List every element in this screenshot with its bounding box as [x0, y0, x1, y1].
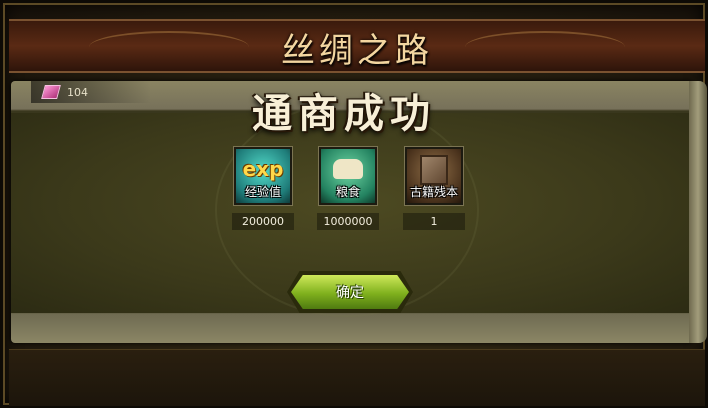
tome-graphic	[420, 155, 448, 185]
title-bar: 丝绸之路	[9, 19, 705, 73]
confirm-button[interactable]: 确定	[291, 275, 409, 309]
exp-badge: exp	[242, 157, 284, 181]
exp-icon[interactable]: exp 经验值	[233, 146, 293, 206]
ancient-book-icon[interactable]: 古籍残本	[404, 146, 464, 206]
trade-success-heading: 通商成功	[252, 90, 436, 137]
reward-ancient-book: 古籍残本 1	[403, 146, 465, 230]
footer-band	[9, 349, 705, 406]
reward-label: 经验值	[244, 185, 281, 199]
reward-exp: exp 经验值 200000	[232, 146, 294, 230]
sack-graphic	[333, 159, 363, 179]
reward-amount: 1	[403, 213, 465, 230]
reward-label: 古籍残本	[409, 185, 458, 199]
scroll-roll-edge	[689, 81, 707, 343]
reward-amount: 200000	[232, 213, 294, 230]
reward-label: 粮食	[335, 185, 360, 199]
food-sack-icon[interactable]: 粮食	[318, 146, 378, 206]
dialog-frame: 丝绸之路 104 通商成功 exp 经验值 200000 粮食 1000000 …	[0, 0, 708, 408]
reward-food: 粮食 1000000	[317, 146, 379, 230]
window-title: 丝绸之路	[281, 31, 433, 71]
reward-amount: 1000000	[317, 213, 379, 230]
